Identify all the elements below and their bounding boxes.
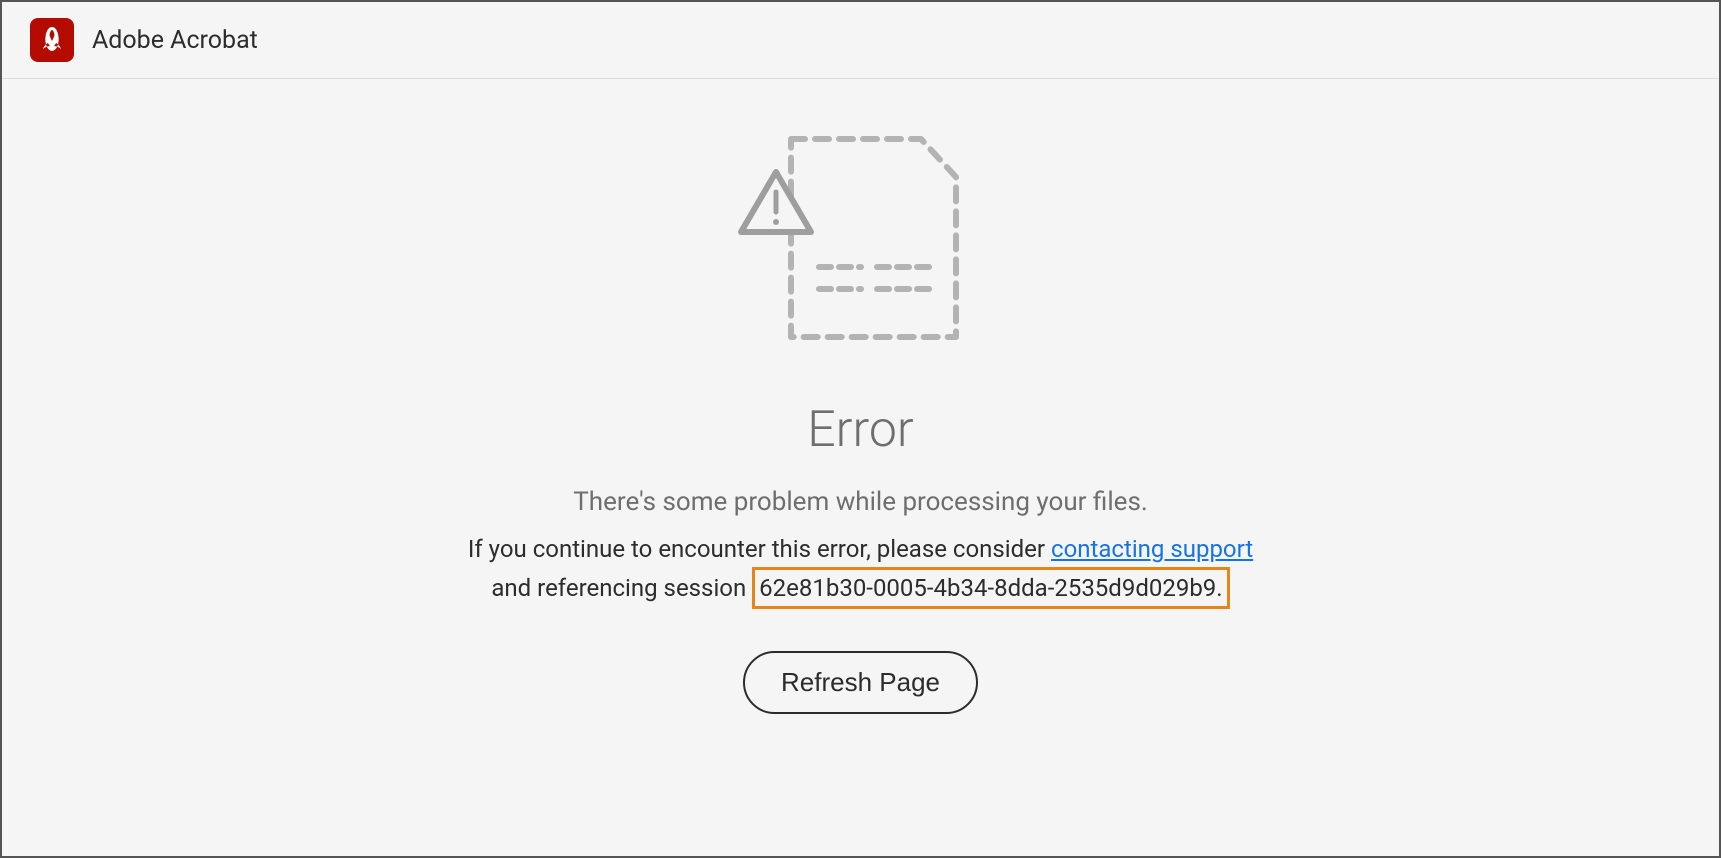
contact-support-link[interactable]: contacting support [1051, 535, 1253, 563]
refresh-page-button[interactable]: Refresh Page [743, 651, 978, 714]
error-subtext: There's some problem while processing yo… [573, 487, 1147, 517]
error-heading: Error [807, 401, 914, 459]
app-header: Adobe Acrobat [2, 2, 1719, 79]
error-detail-prefix: If you continue to encounter this error,… [468, 535, 1051, 563]
error-detail-mid: and referencing session [491, 574, 752, 602]
error-detail-text: If you continue to encounter this error,… [468, 531, 1253, 609]
adobe-acrobat-icon [30, 18, 74, 62]
session-id-highlight: 62e81b30-0005-4b34-8dda-2535d9d029b9. [752, 567, 1229, 609]
error-document-icon [731, 127, 991, 361]
session-id: 62e81b30-0005-4b34-8dda-2535d9d029b9. [759, 574, 1222, 602]
error-panel: Error There's some problem while process… [2, 79, 1719, 714]
app-title: Adobe Acrobat [92, 26, 258, 55]
